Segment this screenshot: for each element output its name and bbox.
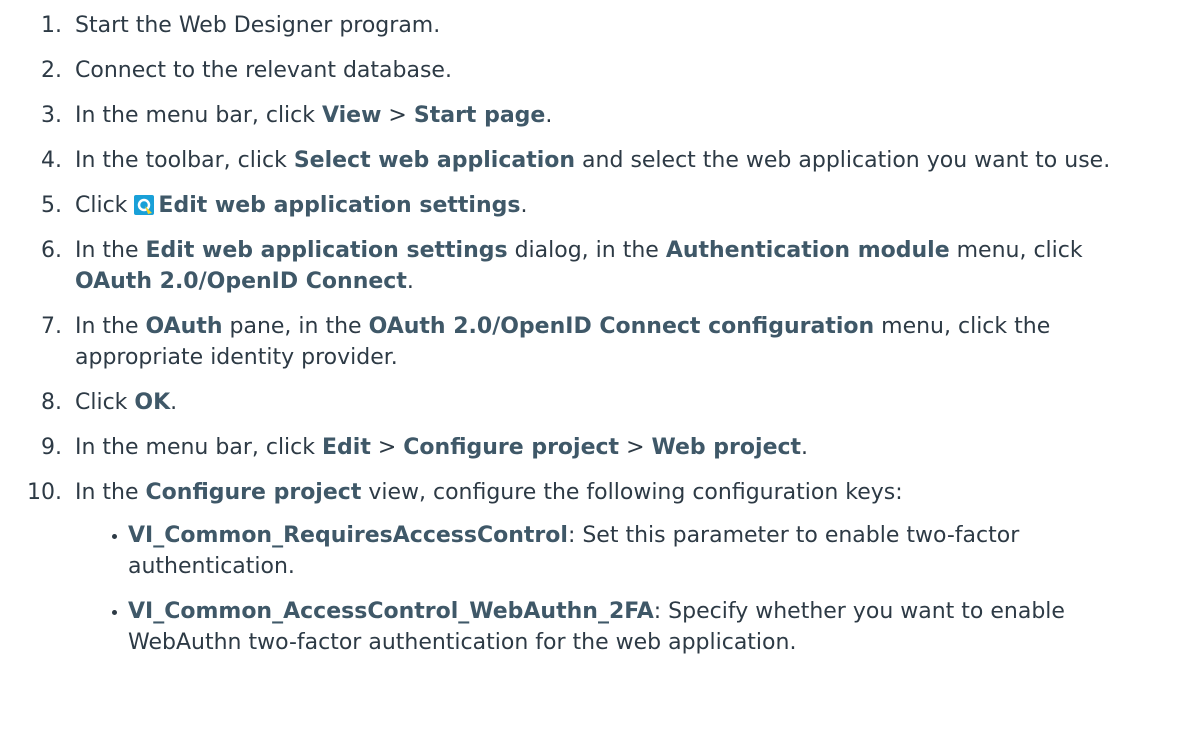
step-text: In the toolbar, click xyxy=(75,148,294,173)
step-item: 9. In the menu bar, click Edit > Configur… xyxy=(0,432,1194,463)
step-text: > xyxy=(619,435,652,460)
config-key-list: VI_Common_RequiresAccessControl: Set thi… xyxy=(75,520,1154,658)
step-text: In the menu bar, click xyxy=(75,103,322,128)
step-body: Click OK. xyxy=(75,387,1154,418)
step-body: In the menu bar, click View > Start page… xyxy=(75,100,1154,131)
step-number: 4. xyxy=(41,148,62,173)
step-text: . xyxy=(170,390,178,415)
step-number: 5. xyxy=(41,193,62,218)
ui-term: OK xyxy=(134,390,171,415)
step-text: > xyxy=(370,435,404,460)
step-text: menu, click xyxy=(949,238,1083,263)
step-body: In the menu bar, click Edit > Configure … xyxy=(75,432,1154,463)
step-item: 7. In the OAuth pane, in the OAuth 2.0/Op… xyxy=(0,311,1194,373)
ui-term: VI_Common_RequiresAccessControl xyxy=(128,523,568,548)
step-number: 3. xyxy=(41,103,62,128)
step-text: In the xyxy=(75,480,146,505)
step-number: 10. xyxy=(27,480,62,505)
step-body: Start the Web Designer program. xyxy=(75,10,1154,41)
step-text: . xyxy=(406,269,414,294)
ui-term: Select web application xyxy=(293,148,576,173)
step-text: Start the Web Designer program. xyxy=(75,13,441,38)
step-number: 7. xyxy=(41,314,62,339)
ui-term: OAuth xyxy=(145,314,223,339)
step-body: In the toolbar, click Select web applica… xyxy=(75,145,1154,176)
step-body: In the Edit web application settings dia… xyxy=(75,235,1154,297)
step-body: In the Configure project view, configure… xyxy=(75,477,1154,508)
ui-term: Edit xyxy=(322,435,371,460)
step-item: 3. In the menu bar, click View > Start pa… xyxy=(0,100,1194,131)
step-item: 5. Click Edit web application settings. xyxy=(0,190,1194,221)
config-key-item: VI_Common_AccessControl_WebAuthn_2FA: Sp… xyxy=(75,596,1154,658)
ui-term: Web project xyxy=(651,435,802,460)
step-text: dialog, in the xyxy=(507,238,666,263)
ui-term: VI_Common_AccessControl_WebAuthn_2FA xyxy=(128,599,654,624)
step-item: 8. Click OK. xyxy=(0,387,1194,418)
step-item: 4. In the toolbar, click Select web appli… xyxy=(0,145,1194,176)
step-body: In the OAuth pane, in the OAuth 2.0/Open… xyxy=(75,311,1154,373)
step-item: 10. In the Configure project view, config… xyxy=(0,477,1194,658)
step-number: 8. xyxy=(41,390,62,415)
step-number: 9. xyxy=(41,435,62,460)
ui-term: OAuth 2.0/OpenID Connect configuration xyxy=(368,314,875,339)
step-text: pane, in the xyxy=(222,314,369,339)
step-text: . xyxy=(801,435,809,460)
step-text: Connect to the relevant database. xyxy=(75,58,452,83)
step-text: Click xyxy=(75,390,135,415)
ui-term: Configure project xyxy=(145,480,362,505)
procedure-steps: 1. Start the Web Designer program. 2. Conne… xyxy=(0,0,1194,658)
step-body: Connect to the relevant database. xyxy=(75,55,1154,86)
step-text: and select the web application you want … xyxy=(575,148,1111,173)
step-number: 6. xyxy=(41,238,62,263)
ui-term: Start page xyxy=(413,103,546,128)
ui-term: Configure project xyxy=(403,435,620,460)
config-key-item: VI_Common_RequiresAccessControl: Set thi… xyxy=(75,520,1154,582)
ui-term: Authentication module xyxy=(665,238,950,263)
ui-term: View xyxy=(322,103,382,128)
step-body: Click Edit web application settings. xyxy=(75,190,1154,221)
step-number: 2. xyxy=(41,58,62,83)
step-text: . xyxy=(545,103,553,128)
step-text: In the menu bar, click xyxy=(75,435,322,460)
ui-term: OAuth 2.0/OpenID Connect xyxy=(75,269,407,294)
step-text: view, configure the following configurat… xyxy=(361,480,903,505)
step-item: 6. In the Edit web application settings d… xyxy=(0,235,1194,297)
edit-settings-icon xyxy=(134,195,155,215)
step-item: 1. Start the Web Designer program. xyxy=(0,10,1194,41)
ui-term: Edit web application settings xyxy=(145,238,508,263)
step-text: In the xyxy=(75,238,146,263)
step-number: 1. xyxy=(41,13,62,38)
step-item: 2. Connect to the relevant database. xyxy=(0,55,1194,86)
step-text: . xyxy=(520,193,528,218)
step-text: In the xyxy=(75,314,146,339)
step-text: > xyxy=(381,103,414,128)
ui-term: Edit web application settings xyxy=(158,193,521,218)
step-text: Click xyxy=(75,193,135,218)
